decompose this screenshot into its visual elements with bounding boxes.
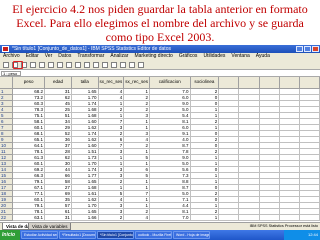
menu-item[interactable]: Ver [45,53,53,60]
table-cell[interactable]: 2 [98,214,125,221]
weight-cases-icon[interactable] [120,62,126,68]
toolbar [0,60,320,70]
menu-item[interactable]: Analizar [110,53,128,60]
minimize-icon[interactable] [296,46,303,52]
spss-data-editor-window: *Sin título1 [Conjunto_de_datos1] - IBM … [0,45,320,240]
window-controls [296,46,319,52]
empty-column-header[interactable] [238,77,260,89]
menu-item[interactable]: Archivo [3,53,20,60]
column-header[interactable]: peso [12,77,46,89]
table-cell[interactable]: 1 [190,214,220,221]
table-cell[interactable]: 31 [44,214,72,221]
cell-reference[interactable]: 1 : peso [1,71,21,76]
menu-item[interactable]: Editar [26,53,39,60]
status-text: IBM SPSS Statistics Processor está listo [249,224,318,228]
split-file-icon[interactable] [111,62,117,68]
taskbar-items: Estudiar Actividad secue...*Resultado1 [… [21,231,210,239]
empty-column-header[interactable] [259,77,280,89]
column-header[interactable]: edad [44,77,72,89]
column-header[interactable]: talla [71,77,99,89]
menu-item[interactable]: Ventana [231,53,249,60]
goto-case-icon[interactable] [57,62,63,68]
insert-cases-icon[interactable] [93,62,99,68]
close-icon[interactable] [312,46,319,52]
empty-column-header[interactable] [218,77,240,89]
empty-cell[interactable] [259,214,280,221]
column-header[interactable]: sx_rec_ses [98,77,125,89]
menu-item[interactable]: Gráficos [179,53,198,60]
empty-column-header[interactable] [299,77,320,89]
column-header[interactable]: calificacion [149,77,191,89]
window-title: *Sin título1 [Conjunto_de_datos1] - IBM … [12,46,171,52]
empty-cell[interactable] [279,214,300,221]
menu-item[interactable]: Datos [58,53,71,60]
cell-editor-bar: 1 : peso [0,70,320,77]
open-file-icon[interactable] [3,62,9,68]
data-grid: peso edad talla sx_rec_ses sx_rec_ses calific… [0,77,320,222]
view-tabs: Vista de datos Vista de variables IBM SP… [0,222,320,230]
empty-cell[interactable] [218,214,240,221]
variables-icon[interactable] [75,62,81,68]
dialog-recall-icon[interactable] [30,62,36,68]
taskbar-item[interactable]: *Resultado1 [Documen... [59,231,96,239]
table-row: 22 63.1 31 1.66 2 4 7.0 1 [0,214,320,221]
find-icon[interactable] [84,62,90,68]
empty-cell[interactable] [299,214,320,221]
menu-item[interactable]: Ayuda [256,53,270,60]
empty-cell[interactable] [238,214,260,221]
menu-item[interactable]: Utilidades [203,53,225,60]
column-header[interactable]: sociolinea [190,77,220,89]
column-header-row: peso edad talla sx_rec_ses sx_rec_ses calific… [0,77,320,89]
insert-variable-icon[interactable] [102,62,108,68]
taskbar-item[interactable]: Word - Hoja de imagen... [173,231,210,239]
redo-icon[interactable] [48,62,54,68]
instruction-caption: El ejercicio 4.2 nos piden guardar la ta… [12,2,308,44]
column-header[interactable]: sx_rec_ses [123,77,151,89]
table-cell[interactable]: 63.1 [12,214,46,221]
menu-item[interactable]: Marketing directo [134,53,172,60]
taskbar-item[interactable]: Estudiar Actividad secue... [21,231,58,239]
data-table: peso edad talla sx_rec_ses sx_rec_ses calific… [0,77,320,221]
select-cases-icon[interactable] [129,62,135,68]
value-labels-icon[interactable] [138,62,144,68]
spss-app-icon [2,46,9,52]
title-bar[interactable]: *Sin título1 [Conjunto_de_datos1] - IBM … [0,45,320,53]
row-number[interactable]: 22 [0,214,14,221]
taskbar-item[interactable]: *Sin título1 [Conjunto_... [97,231,134,239]
grid-corner[interactable] [0,77,14,89]
maximize-icon[interactable] [304,46,311,52]
goto-variable-icon[interactable] [66,62,72,68]
menu-item[interactable]: Transformar [77,53,104,60]
taskbar-item[interactable]: outlook - Mozilla Firefox [135,231,172,239]
empty-column-header[interactable] [279,77,300,89]
start-button[interactable]: Inicio [0,230,20,240]
save-button-highlight [13,61,23,69]
windows-taskbar: Inicio Estudiar Actividad secue...*Resul… [0,230,320,240]
undo-icon[interactable] [39,62,45,68]
menu-bar: Archivo Editar Ver Datos Transformar Analizar… [0,53,320,60]
table-cell[interactable]: 1.66 [71,214,99,221]
table-cell[interactable]: 7.0 [149,214,191,221]
tab-variable-view[interactable]: Vista de variables [28,223,72,230]
table-cell[interactable]: 4 [123,214,151,221]
system-tray-clock: 12:44 [284,230,320,240]
